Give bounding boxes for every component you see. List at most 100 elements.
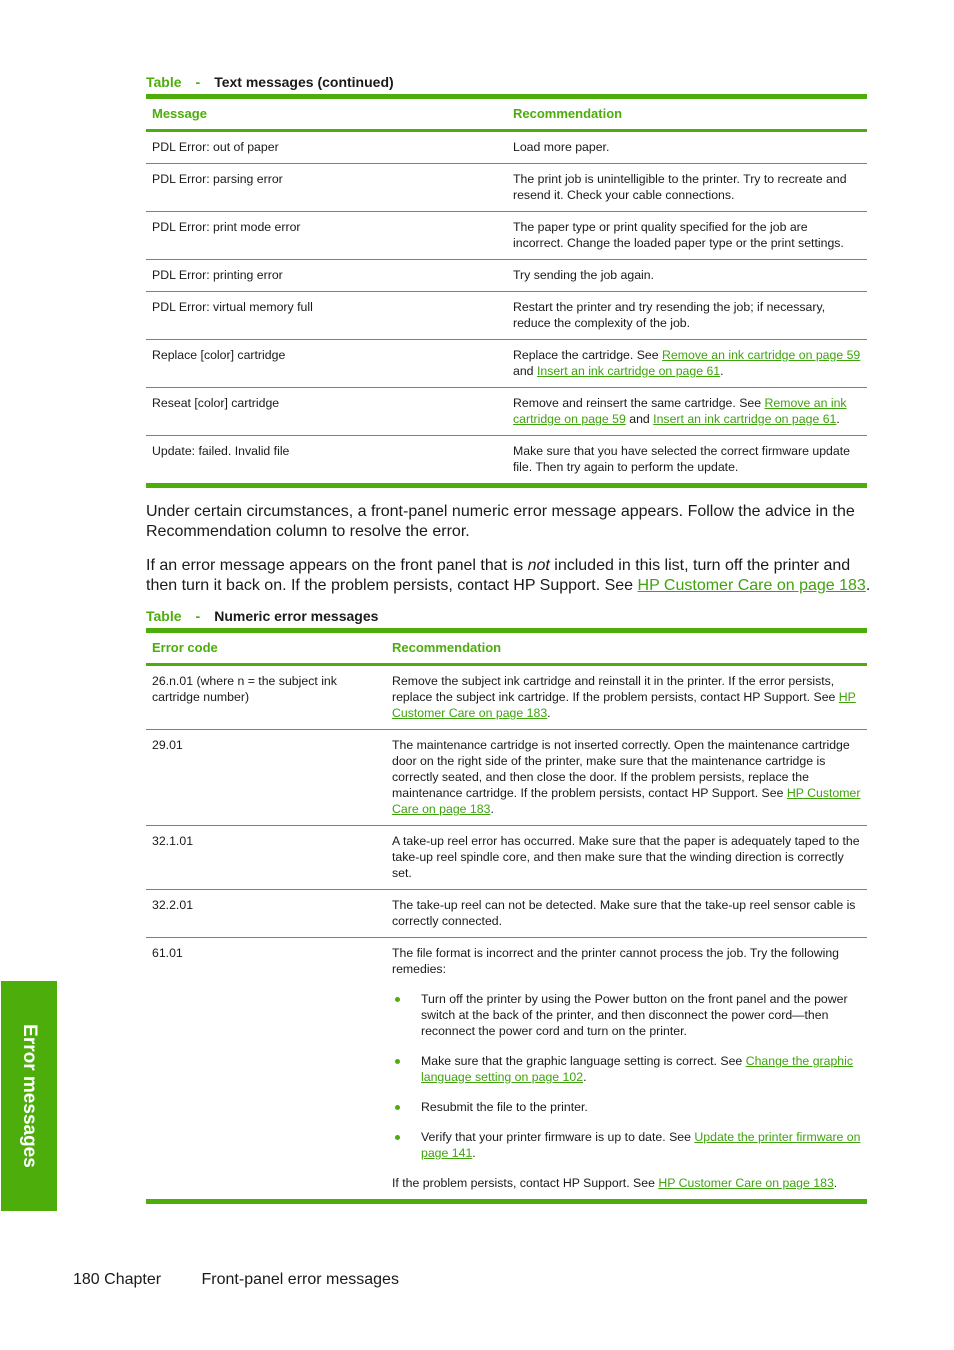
list-item: Turn off the printer by using the Power … xyxy=(392,991,861,1039)
column-header-error-code: Error code xyxy=(152,640,218,655)
recommendation-cell: Make sure that you have selected the cor… xyxy=(507,436,867,486)
bullet-icon xyxy=(395,997,400,1002)
text-run: . xyxy=(833,1176,838,1190)
text-run: A take-up reel error has occurred. Make … xyxy=(392,834,860,880)
bullet-icon xyxy=(395,1059,400,1064)
error-code-cell: 61.01 xyxy=(152,946,183,960)
column-header-recommendation: Recommendation xyxy=(513,106,623,121)
table-row: Update: failed. Invalid file Make sure th… xyxy=(146,436,867,486)
intro-paragraph: Under certain circumstances, a front-pan… xyxy=(146,503,855,540)
bullet-icon xyxy=(395,1105,400,1110)
text-run: Make sure that you have selected the cor… xyxy=(513,444,850,474)
table-row: 29.01 The maintenance cartridge is not in… xyxy=(146,729,867,826)
message-cell: PDL Error: printing error xyxy=(146,259,507,292)
table-dash: - xyxy=(195,74,201,90)
text-run: . xyxy=(836,412,840,426)
table1-caption: Table - Text messages (continued) xyxy=(146,74,394,90)
text-run: Verify that your printer firmware is up … xyxy=(421,1130,695,1144)
advice-emphasis: not xyxy=(527,557,550,574)
list-item: Resubmit the file to the printer. xyxy=(392,1099,861,1115)
text-run: Try sending the job again. xyxy=(513,268,655,282)
table-row: PDL Error: out of paper Load more paper. xyxy=(146,130,867,164)
table2-caption: Table - Numeric error messages xyxy=(146,608,378,624)
text-run: . xyxy=(490,802,494,816)
recommendation-cell: The maintenance cartridge is not inserte… xyxy=(386,729,867,826)
table-row: Reseat [color] cartridge Remove and reins… xyxy=(146,387,867,436)
table1-title: Text messages (continued) xyxy=(214,74,394,90)
error-code-cell: 26.n.01 (where n = the subject ink cartr… xyxy=(146,664,386,730)
text-run: Restart the printer and try resending th… xyxy=(513,300,826,330)
table-row: PDL Error: print mode error The paper typ… xyxy=(146,211,867,260)
error-code-cell: 32.2.01 xyxy=(146,889,386,938)
text-run: The maintenance cartridge is not inserte… xyxy=(392,738,850,800)
cross-reference-link[interactable]: Insert an ink cartridge on page 61 xyxy=(653,412,836,426)
error-code-cell: 32.1.01 xyxy=(146,825,386,890)
chapter-side-tab: Error messages xyxy=(1,981,57,1211)
table-dash: - xyxy=(195,608,201,624)
recommendation-cell: Remove and reinsert the same cartridge. … xyxy=(507,387,867,436)
cross-reference-link[interactable]: Remove an ink cartridge on page 59 xyxy=(662,348,860,362)
recommendation-cell: A take-up reel error has occurred. Make … xyxy=(386,825,867,890)
chapter-title: Front-panel error messages xyxy=(201,1271,399,1288)
text-run: Make sure that the graphic language sett… xyxy=(421,1054,746,1068)
text-run: The take-up reel can not be detected. Ma… xyxy=(392,898,856,928)
recommendation-cell: The paper type or print quality specifie… xyxy=(507,211,867,260)
chapter-label: Chapter xyxy=(104,1271,162,1288)
text-run: If the problem persists, contact HP Supp… xyxy=(392,1176,659,1190)
bullet-icon xyxy=(395,1135,400,1140)
table-label: Table xyxy=(146,608,182,624)
table-row: 32.1.01 A take-up reel error has occurred… xyxy=(146,825,867,890)
table-row: PDL Error: printing error Try sending the… xyxy=(146,259,867,292)
text-run: The print job is unintelligible to the p… xyxy=(513,172,847,202)
text-run: Replace the cartridge. See xyxy=(513,348,663,362)
text-run: Turn off the printer by using the Power … xyxy=(421,992,848,1038)
message-cell: Replace [color] cartridge xyxy=(146,339,507,388)
recommendation-cell: Load more paper. xyxy=(507,130,867,164)
numeric-error-table: Error code Recommendation 26.n.01 (where… xyxy=(146,628,867,1204)
text-run: The paper type or print quality specifie… xyxy=(513,220,844,250)
advice-text: If an error message appears on the front… xyxy=(146,557,528,574)
text-run: . xyxy=(720,364,724,378)
text-run: Remove the subject ink cartridge and rei… xyxy=(392,674,839,704)
recommendation-cell: The file format is incorrect and the pri… xyxy=(386,938,867,1202)
list-item: Make sure that the graphic language sett… xyxy=(392,1053,861,1085)
advice-paragraph: If an error message appears on the front… xyxy=(146,556,871,596)
table-label: Table xyxy=(146,74,182,90)
table-row: Replace [color] cartridge Replace the car… xyxy=(146,339,867,388)
page-footer: 180 Chapter Front-panel error messages xyxy=(73,1271,399,1289)
cross-reference-link[interactable]: HP Customer Care on page 183 xyxy=(658,1176,833,1190)
table-row: PDL Error: parsing error The print job is… xyxy=(146,163,867,212)
message-cell: Update: failed. Invalid file xyxy=(152,444,290,458)
error-code-cell: 29.01 xyxy=(146,729,386,826)
period: . xyxy=(865,577,871,594)
table-row: 26.n.01 (where n = the subject ink cartr… xyxy=(146,664,867,730)
text-run: Load more paper. xyxy=(513,140,610,154)
hp-customer-care-link[interactable]: HP Customer Care on page 183 xyxy=(638,577,866,594)
recommendation-cell: The take-up reel can not be detected. Ma… xyxy=(386,889,867,938)
text-messages-table: Message Recommendation PDL Error: out of… xyxy=(146,94,867,488)
text-run: Remove and reinsert the same cartridge. … xyxy=(513,396,765,410)
message-cell: PDL Error: virtual memory full xyxy=(146,291,507,340)
text-run: and xyxy=(625,412,654,426)
message-cell: PDL Error: out of paper xyxy=(146,130,507,164)
column-header-message: Message xyxy=(152,106,207,121)
recommendation-cell: Remove the subject ink cartridge and rei… xyxy=(386,664,867,730)
table2-title: Numeric error messages xyxy=(214,608,379,624)
cross-reference-link[interactable]: Insert an ink cartridge on page 61 xyxy=(537,364,720,378)
list-item: Verify that your printer firmware is up … xyxy=(392,1129,861,1161)
recommendation-cell: Replace the cartridge. See Remove an ink… xyxy=(507,339,867,388)
side-tab-label: Error messages xyxy=(19,1024,40,1168)
recommendation-cell: The print job is unintelligible to the p… xyxy=(507,163,867,212)
table-row: PDL Error: virtual memory full Restart th… xyxy=(146,291,867,340)
remedies-intro: The file format is incorrect and the pri… xyxy=(392,946,840,976)
message-cell: PDL Error: parsing error xyxy=(146,163,507,212)
remedies-outro: If the problem persists, contact HP Supp… xyxy=(392,1175,861,1191)
recommendation-cell: Try sending the job again. xyxy=(507,259,867,292)
page-number: 180 xyxy=(73,1271,100,1288)
remedies-list: Turn off the printer by using the Power … xyxy=(392,991,861,1161)
table-row: 32.2.01 The take-up reel can not be detec… xyxy=(146,889,867,938)
message-cell: Reseat [color] cartridge xyxy=(146,387,507,436)
text-run: . xyxy=(583,1070,587,1084)
text-run: . xyxy=(547,706,551,720)
column-header-recommendation: Recommendation xyxy=(392,640,502,655)
